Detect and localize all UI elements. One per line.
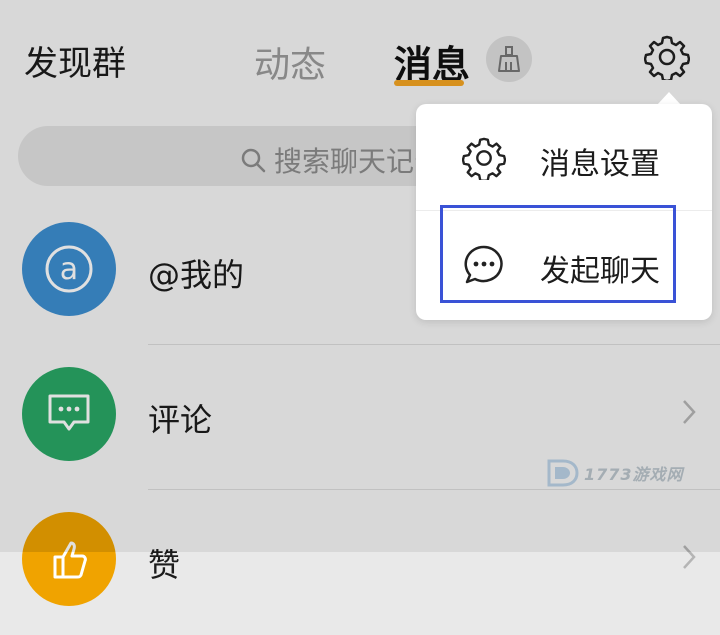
watermark-text: 1773游戏网 [584,465,684,484]
menu-item-message-settings[interactable]: 消息设置 [416,104,712,210]
watermark-logo-icon [547,459,579,487]
menu-item-label: 消息设置 [540,147,660,182]
settings-popup-menu: 消息设置 发起聊天 [416,104,712,320]
gear-icon [462,137,506,180]
watermark: 1773游戏网 [546,458,684,488]
chat-bubble-icon [464,245,503,284]
menu-item-label: 发起聊天 [540,254,660,289]
menu-item-start-chat[interactable]: 发起聊天 [416,211,712,317]
